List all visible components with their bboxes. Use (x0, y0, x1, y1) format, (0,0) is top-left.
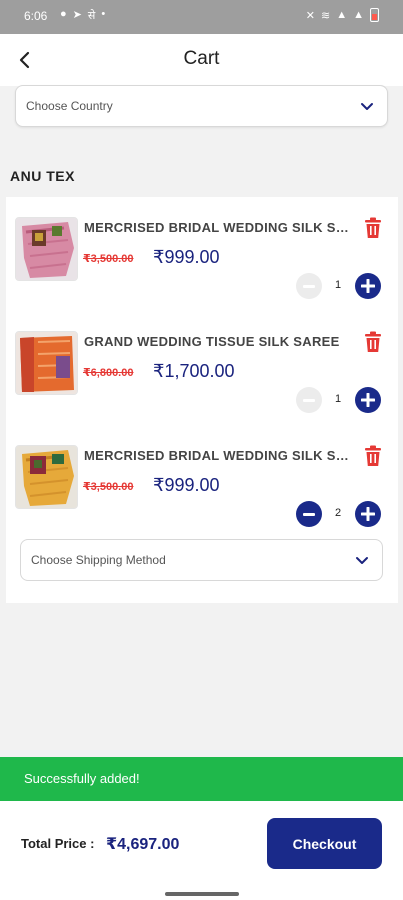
product-title[interactable]: MERCRISED BRIDAL WEDDING SILK SAREE (84, 448, 352, 463)
success-toast: Successfully added! (0, 757, 403, 801)
cart-item: MERCRISED BRIDAL WEDDING SILK SAREE ₹3,5… (6, 197, 398, 299)
shipping-method-select[interactable]: Choose Shipping Method (20, 539, 383, 581)
quantity-increase-button[interactable] (355, 273, 381, 299)
sale-price: ₹999.00 (153, 247, 220, 267)
product-image[interactable] (15, 331, 78, 395)
chevron-down-icon (356, 557, 368, 564)
page-title: Cart (183, 48, 220, 69)
sale-price: ₹999.00 (153, 475, 220, 495)
quantity-increase-button[interactable] (355, 387, 381, 413)
app-glyph-icon: से (87, 10, 96, 22)
minus-icon (303, 512, 315, 516)
home-indicator[interactable] (165, 892, 239, 896)
quantity-increase-button[interactable] (355, 501, 381, 527)
cart-item: GRAND WEDDING TISSUE SILK SAREE ₹6,800.0… (6, 311, 398, 413)
wifi-icon: ≋ (321, 9, 331, 22)
product-image[interactable] (15, 445, 78, 509)
total-price-label: Total Price : (21, 836, 95, 851)
app-header: Cart (0, 34, 403, 86)
dot-icon: • (101, 8, 106, 20)
product-title[interactable]: GRAND WEDDING TISSUE SILK SAREE (84, 334, 352, 349)
checkout-button[interactable]: Checkout (267, 818, 382, 869)
notification-icons: ● ➤ से • (60, 8, 105, 23)
cart-card: MERCRISED BRIDAL WEDDING SILK SAREE ₹3,5… (6, 197, 398, 603)
battery-icon (370, 8, 379, 22)
mute-icon: ✕ (305, 9, 315, 22)
telegram-icon: ➤ (72, 9, 82, 21)
quantity-value: 2 (334, 507, 342, 519)
chevron-down-icon (361, 103, 373, 110)
sale-price: ₹1,700.00 (153, 361, 235, 381)
country-select-label: Choose Country (26, 99, 113, 113)
quantity-decrease-button[interactable] (296, 501, 322, 527)
country-select[interactable]: Choose Country (15, 85, 388, 127)
quantity-value: 1 (334, 279, 342, 291)
cart-item: MERCRISED BRIDAL WEDDING SILK SAREE ₹3,5… (6, 425, 398, 527)
trash-icon[interactable] (363, 331, 383, 353)
checkout-footer: Total Price : ₹4,697.00 Checkout (0, 801, 403, 900)
store-name: ANU TEX (10, 168, 75, 184)
product-title[interactable]: MERCRISED BRIDAL WEDDING SILK SAREE (84, 220, 352, 235)
plus-icon (361, 279, 375, 293)
original-price: ₹3,500.00 (83, 253, 134, 265)
toast-message: Successfully added! (24, 771, 140, 786)
quantity-decrease-button[interactable] (296, 273, 322, 299)
signal-icon: ▲ (336, 9, 348, 21)
signal-icon: ▲ (353, 9, 364, 21)
quantity-decrease-button[interactable] (296, 387, 322, 413)
product-image[interactable] (15, 217, 78, 281)
minus-icon (303, 398, 315, 402)
plus-icon (361, 507, 375, 521)
original-price: ₹6,800.00 (83, 367, 134, 379)
original-price: ₹3,500.00 (83, 481, 134, 493)
quantity-value: 1 (334, 393, 342, 405)
total-price-value: ₹4,697.00 (106, 836, 180, 853)
plus-icon (361, 393, 375, 407)
shipping-select-label: Choose Shipping Method (31, 553, 166, 567)
minus-icon (303, 284, 315, 288)
trash-icon[interactable] (363, 217, 383, 239)
status-bar: 6:06 ● ➤ से • ✕ ≋ ▲ ▲ (0, 0, 403, 34)
system-icons: ✕ ≋ ▲ ▲ (306, 8, 379, 22)
chat-bubble-icon: ● (60, 8, 67, 20)
trash-icon[interactable] (363, 445, 383, 467)
status-time: 6:06 (24, 9, 48, 23)
